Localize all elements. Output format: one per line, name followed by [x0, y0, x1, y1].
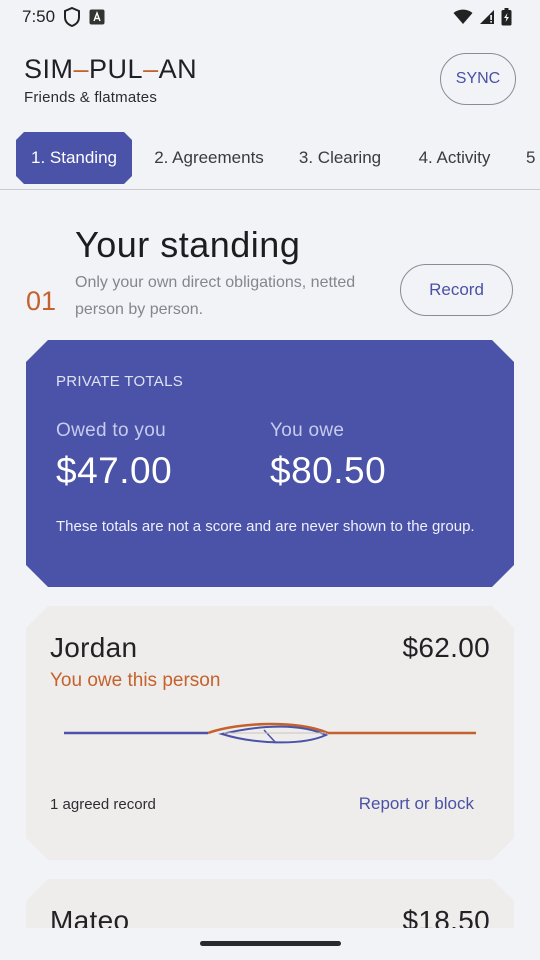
owed-caption: Owed to you — [56, 420, 166, 441]
tab-agreements[interactable]: 2. Agreements — [146, 132, 272, 184]
owed-to-you-block: Owed to you $47.00 — [56, 420, 172, 492]
owe-value: $80.50 — [270, 450, 387, 491]
brand-dash: – — [73, 54, 90, 84]
owe-caption: You owe — [270, 420, 345, 441]
signal-icon — [479, 9, 495, 25]
totals-label: PRIVATE TOTALS — [56, 373, 184, 390]
battery-icon — [501, 8, 512, 26]
person-status: You owe this person — [50, 670, 221, 691]
group-subtitle: Friends & flatmates — [24, 89, 158, 106]
tab-standing[interactable]: 1. Standing — [16, 132, 132, 184]
person-amount: $62.00 — [402, 632, 490, 663]
you-owe-block: You owe $80.50 — [270, 420, 386, 492]
person-name: Jordan — [50, 632, 138, 663]
status-left: 7:50 — [22, 7, 105, 27]
tab-5[interactable]: 5 — [526, 132, 540, 184]
status-right — [453, 8, 512, 26]
totals-note: These totals are not a score and are nev… — [56, 518, 475, 535]
status-bar: 7:50 — [0, 0, 540, 34]
brand-part-3: AN — [158, 54, 198, 84]
shield-icon — [63, 7, 81, 27]
sync-button[interactable]: SYNC — [440, 53, 516, 105]
app-header: SIM–PUL–AN Friends & flatmates SYNC — [0, 34, 540, 126]
private-totals-card: PRIVATE TOTALS Owed to you $47.00 You ow… — [26, 340, 514, 587]
font-notification-icon — [89, 9, 105, 25]
owed-value: $47.00 — [56, 450, 173, 491]
brand-logo: SIM–PUL–AN — [24, 54, 197, 85]
person-card[interactable]: Jordan $62.00 You owe this person 1 agre… — [26, 606, 514, 860]
page-title: Your standing — [75, 224, 301, 265]
wifi-icon — [453, 9, 473, 25]
tab-clearing[interactable]: 3. Clearing — [290, 132, 390, 184]
brand-dash: – — [143, 54, 159, 84]
tab-bar: 1. Standing 2. Agreements 3. Clearing 4.… — [0, 126, 540, 190]
record-button[interactable]: Record — [400, 264, 513, 316]
brand-part-2: PUL — [89, 54, 144, 84]
section-description: Only your own direct obligations, netted… — [75, 274, 356, 318]
tab-activity[interactable]: 4. Activity — [408, 132, 501, 184]
brand-part-1: SIM — [24, 54, 74, 84]
agreed-records-count: 1 agreed record — [50, 796, 156, 813]
status-time: 7:50 — [22, 7, 56, 26]
report-or-block-link[interactable]: Report or block — [359, 794, 474, 814]
balance-knot-graphic — [64, 718, 476, 748]
gesture-nav-handle[interactable] — [200, 941, 341, 946]
section-number: 01 — [26, 286, 57, 316]
